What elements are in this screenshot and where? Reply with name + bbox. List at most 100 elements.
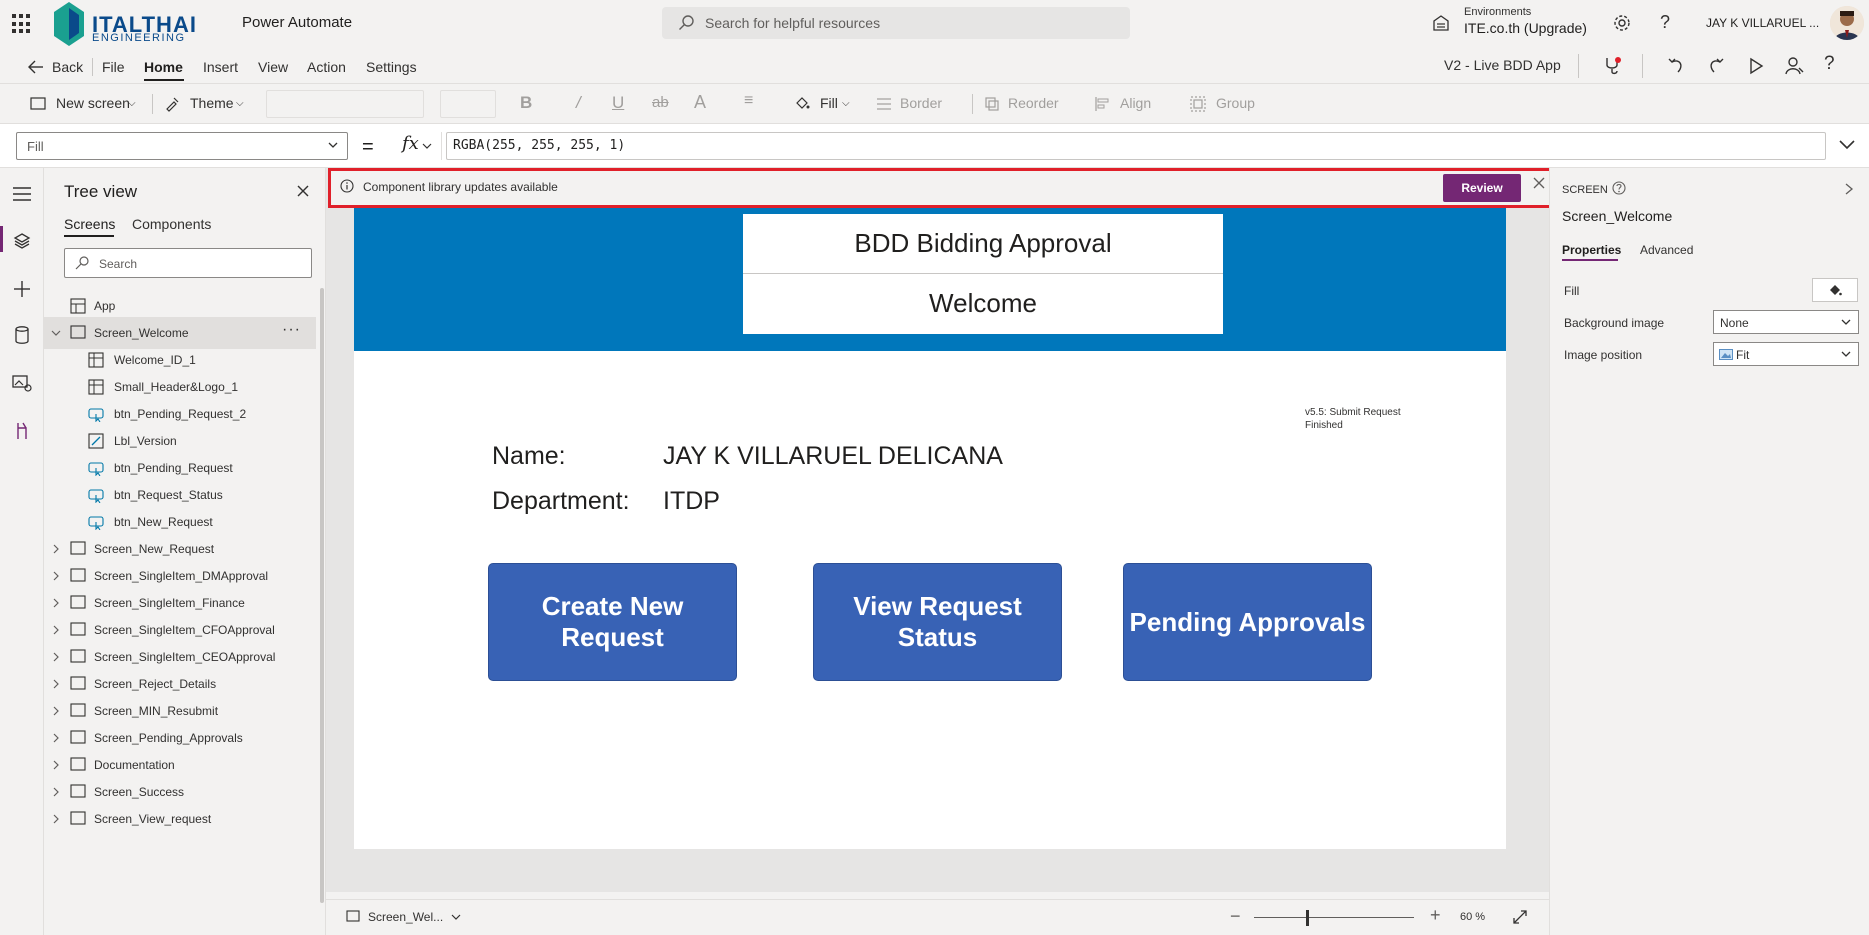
new-screen-button[interactable]: New screen (56, 95, 130, 111)
close-icon[interactable] (1533, 177, 1545, 189)
font-color-icon[interactable]: A (694, 92, 706, 113)
underline-icon[interactable]: U (612, 93, 624, 113)
gear-icon[interactable] (1612, 13, 1632, 33)
chevron-right-icon[interactable] (50, 705, 62, 717)
menu-insert[interactable]: Insert (203, 59, 238, 75)
create-new-request-button[interactable]: Create New Request (488, 563, 737, 681)
user-photo-icon (1830, 6, 1864, 40)
expand-formula-icon[interactable] (1838, 138, 1856, 152)
company-logo: ITALTHAI ENGINEERING (54, 2, 214, 46)
tree-scrollbar[interactable] (320, 288, 324, 903)
chevron-right-icon[interactable] (50, 813, 62, 825)
menu-settings[interactable]: Settings (366, 59, 417, 75)
help-icon[interactable]: ? (1660, 12, 1670, 33)
fit-to-window-icon[interactable] (1512, 909, 1528, 925)
review-button[interactable]: Review (1443, 174, 1521, 202)
tree-view-layers-icon[interactable] (13, 232, 31, 250)
search-icon (75, 256, 89, 270)
reorder-button[interactable]: Reorder (1008, 95, 1059, 111)
logo-secondary-text: ENGINEERING (92, 32, 186, 44)
function-button[interactable]: fx (390, 132, 442, 160)
play-icon[interactable] (1746, 56, 1766, 76)
tab-advanced[interactable]: Advanced (1640, 243, 1693, 257)
pending-approvals-button[interactable]: Pending Approvals (1123, 563, 1372, 681)
help-circle-icon[interactable] (1612, 181, 1626, 195)
menu-action[interactable]: Action (307, 59, 346, 75)
active-tab-indicator (144, 79, 184, 81)
redo-icon[interactable] (1706, 56, 1726, 76)
app-launcher-icon[interactable] (12, 14, 32, 34)
tree-item-label: Screen_Success (94, 785, 185, 799)
background-image-select[interactable]: None (1713, 310, 1859, 334)
environment-name[interactable]: ITE.co.th (Upgrade) (1464, 20, 1587, 36)
tab-properties[interactable]: Properties (1562, 243, 1621, 257)
menu-view[interactable]: View (258, 59, 288, 75)
border-button[interactable]: Border (900, 95, 942, 111)
font-size-select[interactable] (440, 90, 496, 118)
chevron-right-icon[interactable] (50, 597, 62, 609)
screen-icon (70, 757, 86, 771)
advanced-tools-icon[interactable] (14, 422, 30, 440)
chevron-right-icon[interactable] (50, 678, 62, 690)
menu-home[interactable]: Home (144, 59, 183, 75)
environment-icon[interactable] (1432, 14, 1450, 32)
chevron-down-icon[interactable] (450, 913, 462, 923)
view-request-status-button[interactable]: View Request Status (813, 563, 1062, 681)
chevron-right-icon[interactable] (50, 624, 62, 636)
data-cylinder-icon[interactable] (14, 326, 30, 344)
tab-screens[interactable]: Screens (64, 216, 115, 232)
chevron-right-icon[interactable] (50, 570, 62, 582)
rail-active-indicator (0, 226, 3, 252)
tree-search-input[interactable]: Search (64, 248, 312, 278)
text-align-icon[interactable]: ≡ (744, 92, 753, 110)
zoom-out-button[interactable]: − (1230, 906, 1241, 927)
strikethrough-icon[interactable]: ab (652, 94, 669, 111)
user-name[interactable]: JAY K VILLARUEL ... (1706, 16, 1819, 30)
italic-icon[interactable]: / (576, 93, 581, 113)
zoom-in-button[interactable]: + (1430, 905, 1441, 926)
screen-icon (70, 703, 86, 717)
formula-input[interactable]: RGBA(255, 255, 255, 1) (446, 132, 1826, 160)
group-button[interactable]: Group (1216, 95, 1255, 111)
background-image-label: Background image (1564, 316, 1665, 330)
property-select[interactable]: Fill (16, 132, 348, 160)
tree-item-label: App (94, 299, 116, 313)
avatar[interactable] (1830, 6, 1864, 40)
menu-file[interactable]: File (102, 59, 125, 75)
hamburger-menu-icon[interactable] (12, 186, 32, 202)
more-options-icon[interactable]: ··· (282, 321, 301, 339)
back-arrow-icon[interactable] (28, 60, 44, 74)
screen-selector[interactable]: Screen_Wel... (368, 910, 443, 924)
align-button[interactable]: Align (1120, 95, 1151, 111)
insert-plus-icon[interactable] (13, 280, 31, 298)
chevron-down-icon[interactable] (50, 327, 62, 339)
app-screen-preview[interactable]: BDD Bidding Approval Welcome v5.5: Submi… (354, 206, 1506, 849)
chevron-right-icon[interactable] (1843, 182, 1855, 196)
app-title[interactable]: V2 - Live BDD App (1444, 57, 1561, 73)
image-position-select[interactable]: Fit (1713, 342, 1859, 366)
back-button[interactable]: Back (52, 59, 83, 75)
font-family-select[interactable] (266, 90, 424, 118)
chevron-right-icon[interactable] (50, 732, 62, 744)
chevron-right-icon[interactable] (50, 786, 62, 798)
undo-icon[interactable] (1666, 56, 1686, 76)
chevron-right-icon[interactable] (50, 543, 62, 555)
theme-button[interactable]: Theme (190, 95, 234, 111)
left-rail (0, 168, 44, 935)
close-icon[interactable] (296, 184, 310, 198)
bold-icon[interactable]: B (520, 93, 532, 113)
zoom-slider[interactable] (1254, 917, 1414, 918)
media-icon[interactable] (12, 374, 32, 392)
chevron-right-icon[interactable] (50, 651, 62, 663)
tab-components[interactable]: Components (132, 216, 211, 232)
search-box[interactable]: Search for helpful resources (662, 7, 1130, 39)
fill-color-picker[interactable] (1812, 278, 1858, 302)
help-icon[interactable]: ? (1824, 53, 1835, 75)
app-name[interactable]: Power Automate (242, 14, 352, 31)
fill-button[interactable]: Fill (820, 95, 838, 111)
app-checker-icon[interactable] (1602, 56, 1622, 76)
share-user-icon[interactable] (1784, 56, 1804, 76)
zoom-slider-thumb[interactable] (1306, 910, 1309, 926)
chevron-right-icon[interactable] (50, 759, 62, 771)
tree-item-screen[interactable]: Screen_View_request (44, 803, 316, 835)
